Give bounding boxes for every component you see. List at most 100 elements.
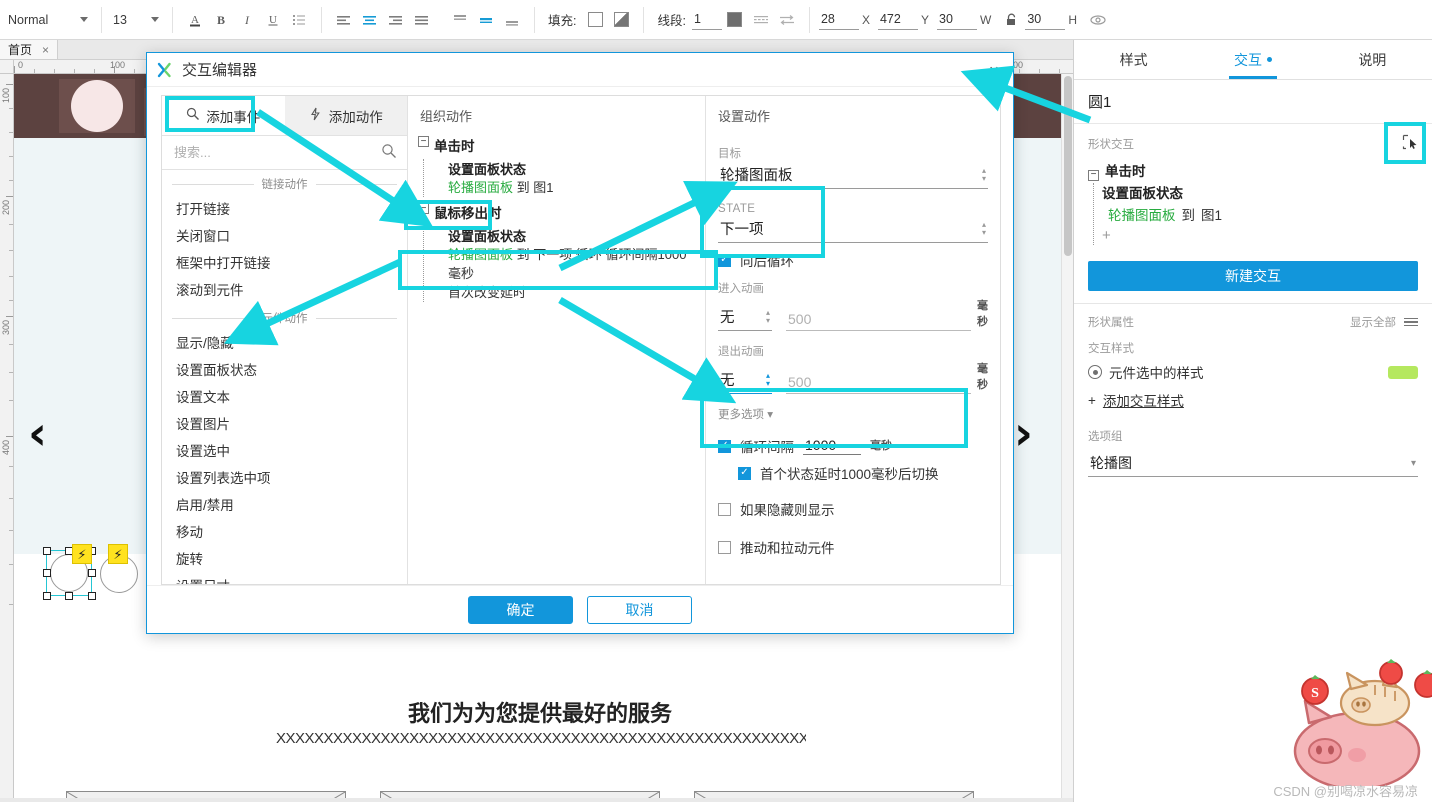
align-right-icon[interactable] — [383, 7, 409, 33]
add-action-icon — [309, 107, 323, 124]
vertical-align-top-icon[interactable] — [447, 7, 473, 33]
italic-button[interactable]: I — [234, 7, 260, 33]
scrollbar-thumb[interactable] — [1064, 76, 1072, 256]
font-color-icon[interactable]: A — [182, 7, 208, 33]
tab-style[interactable]: 样式 — [1074, 40, 1193, 79]
line-width-input[interactable] — [691, 9, 722, 30]
dialog-left-column: 添加事件 添加动作 链接动作 — [162, 96, 408, 584]
action-item-scroll-to-widget[interactable]: 滚动到元件 — [162, 277, 407, 304]
action-item-set-list-selected[interactable]: 设置列表选中项 — [162, 465, 407, 492]
font-size-select[interactable]: 13 — [111, 9, 163, 31]
ruler-label: 0 — [18, 60, 24, 70]
selected-style-color-chip[interactable] — [1388, 365, 1418, 379]
resize-handle-s[interactable] — [65, 592, 73, 600]
line-color-swatch[interactable] — [722, 7, 748, 33]
height-input[interactable] — [1025, 9, 1066, 30]
bullet-list-icon[interactable] — [286, 7, 312, 33]
spinner-icon[interactable]: ▴ ▾ — [766, 372, 770, 388]
close-icon[interactable]: × — [42, 44, 49, 56]
width-label: W — [980, 12, 992, 27]
organize-event-row[interactable]: − 单击时 — [418, 135, 695, 159]
interaction-event-row[interactable]: − 单击时 — [1088, 161, 1418, 183]
align-center-icon[interactable] — [357, 7, 383, 33]
push-pull-checkbox[interactable] — [718, 540, 731, 554]
first-state-delay-row[interactable]: ✓ 首个状态延时1000毫秒后切换 — [738, 463, 988, 483]
selected-style-row[interactable]: 元件选中的样式 — [1088, 362, 1418, 382]
search-icon[interactable] — [381, 143, 397, 162]
resize-handle-sw[interactable] — [43, 592, 51, 600]
push-pull-row[interactable]: 推动和拉动元件 — [718, 537, 988, 557]
resize-handle-w[interactable] — [43, 569, 51, 577]
action-item-set-size[interactable]: 设置尺寸 — [162, 573, 407, 584]
action-item-open-link-in-frame[interactable]: 框架中打开链接 — [162, 250, 407, 277]
interaction-detail-row[interactable]: 轮播图面板 到 图1 — [1108, 205, 1418, 227]
eye-icon[interactable] — [1085, 7, 1111, 33]
show-all-label[interactable]: 显示全部 — [1350, 314, 1396, 330]
new-interaction-button[interactable]: 新建交互 — [1088, 261, 1418, 291]
action-item-set-selected[interactable]: 设置选中 — [162, 438, 407, 465]
style-preset-select[interactable]: Normal — [6, 9, 92, 31]
close-icon[interactable]: × — [983, 59, 1005, 81]
align-left-icon[interactable] — [331, 7, 357, 33]
action-item-show-hide[interactable]: 显示/隐藏 — [162, 330, 407, 357]
action-item-set-image[interactable]: 设置图片 — [162, 411, 407, 438]
hamburger-menu-icon[interactable] — [1404, 317, 1418, 327]
tab-notes[interactable]: 说明 — [1313, 40, 1432, 79]
collapse-toggle-icon[interactable]: − — [418, 136, 429, 147]
tab-interaction[interactable]: 交互 — [1193, 40, 1312, 79]
page-tab-home[interactable]: 首页 × — [0, 40, 59, 59]
vertical-align-bottom-icon[interactable] — [499, 7, 525, 33]
resize-handle-se[interactable] — [88, 592, 96, 600]
action-item-set-text[interactable]: 设置文本 — [162, 384, 407, 411]
carousel-next-icon[interactable]: › — [1014, 410, 1033, 456]
fill-gradient-swatch[interactable] — [608, 7, 634, 33]
bold-button[interactable]: B — [208, 7, 234, 33]
enter-animation-select[interactable]: 无 ▴ ▾ — [718, 304, 772, 331]
selected-element-name[interactable]: 圆1 — [1074, 80, 1432, 124]
action-item-rotate[interactable]: 旋转 — [162, 546, 407, 573]
resize-handle-nw[interactable] — [43, 547, 51, 555]
show-if-hidden-row[interactable]: 如果隐藏则显示 — [718, 499, 988, 519]
interaction-badge-icon[interactable]: ⚡ — [72, 544, 92, 564]
collapse-toggle-icon[interactable]: − — [1088, 169, 1099, 181]
annotation-highlight-action-detail — [398, 250, 718, 290]
action-item-enable-disable[interactable]: 启用/禁用 — [162, 492, 407, 519]
position-y-input[interactable] — [877, 9, 918, 30]
canvas-vertical-scrollbar[interactable] — [1061, 74, 1073, 802]
first-state-delay-checkbox[interactable]: ✓ — [738, 466, 751, 480]
add-interaction-style-button[interactable]: + 添加交互样式 — [1088, 390, 1418, 410]
spinner-icon[interactable]: ▴ ▾ — [982, 167, 986, 183]
underline-button[interactable]: U — [260, 7, 286, 33]
interaction-action-row[interactable]: 设置面板状态 — [1102, 183, 1418, 205]
arrow-style-icon[interactable] — [774, 7, 800, 33]
resize-handle-e[interactable] — [88, 569, 96, 577]
interaction-badge-icon[interactable]: ⚡ — [108, 544, 128, 564]
spinner-icon[interactable]: ▴ ▾ — [982, 221, 986, 237]
cancel-button[interactable]: 取消 — [587, 595, 692, 624]
ok-button[interactable]: 确定 — [468, 595, 573, 624]
tab-add-action[interactable]: 添加动作 — [284, 96, 407, 135]
organize-action-detail[interactable]: 轮播图面板 到 图1 — [434, 178, 695, 197]
option-group-select[interactable]: 轮播图 ▾ — [1088, 450, 1418, 477]
action-item-open-link[interactable]: 打开链接 — [162, 196, 407, 223]
show-if-hidden-checkbox[interactable] — [718, 502, 731, 516]
add-action-plus-button[interactable]: + — [1102, 227, 1418, 245]
unlock-icon[interactable] — [999, 7, 1025, 33]
action-list[interactable]: 链接动作 打开链接 关闭窗口 框架中打开链接 滚动到元件 元件动作 显示/隐藏 … — [162, 170, 407, 584]
enter-animation-duration-input[interactable] — [786, 309, 971, 331]
carousel-prev-icon[interactable]: ‹ — [28, 410, 47, 456]
search-input[interactable] — [172, 144, 375, 161]
border-style-icon[interactable] — [748, 7, 774, 33]
action-item-set-panel-state[interactable]: 设置面板状态 — [162, 357, 407, 384]
action-item-move[interactable]: 移动 — [162, 519, 407, 546]
vertical-ruler[interactable]: 100 200 300 400 — [0, 74, 14, 802]
vertical-align-middle-icon[interactable] — [473, 7, 499, 33]
fill-color-swatch[interactable] — [582, 7, 608, 33]
align-justify-icon[interactable] — [409, 7, 435, 33]
organize-action-label[interactable]: 设置面板状态 — [434, 159, 695, 178]
action-item-close-window[interactable]: 关闭窗口 — [162, 223, 407, 250]
target-select[interactable]: 轮播图面板 ▴ ▾ — [718, 162, 988, 189]
spinner-icon[interactable]: ▴ ▾ — [766, 309, 770, 325]
position-x-input[interactable] — [818, 9, 859, 30]
width-input[interactable] — [937, 9, 977, 30]
